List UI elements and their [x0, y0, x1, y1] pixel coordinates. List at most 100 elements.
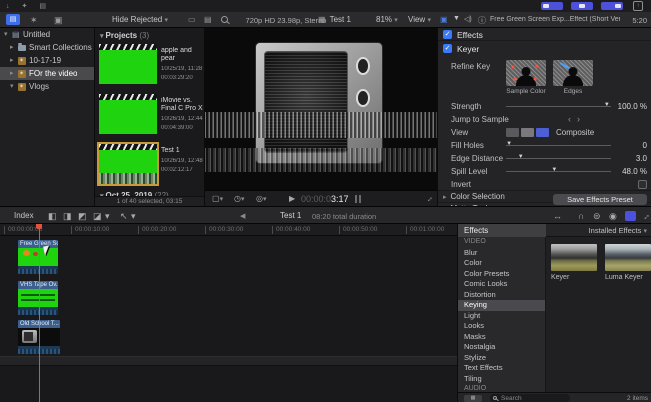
- titles-generators-icon[interactable]: ▣: [54, 14, 63, 26]
- photos-audio-icon[interactable]: ✶: [30, 14, 38, 26]
- slider-thumb[interactable]: ▼: [551, 167, 557, 173]
- append-edit-icon[interactable]: ◩: [78, 211, 87, 222]
- keyer-checkbox[interactable]: ✓: [443, 44, 452, 53]
- speaker-icon[interactable]: ◁): [464, 15, 472, 23]
- projects-group-header[interactable]: ▾Projects (3): [100, 31, 149, 40]
- disclosure-triangle-icon[interactable]: ▸: [10, 67, 18, 80]
- slider-thumb[interactable]: ▼: [518, 154, 524, 160]
- photos-browser-icon[interactable]: ◉: [609, 211, 617, 222]
- libraries-sidebar-icon[interactable]: ▤: [6, 14, 20, 25]
- invert-checkbox[interactable]: [638, 180, 647, 189]
- playhead-handle[interactable]: [36, 224, 42, 229]
- monitor-icon[interactable]: ▣: [440, 15, 448, 24]
- slider-track[interactable]: ▼: [506, 171, 611, 172]
- timeline-project-name[interactable]: Test 1: [280, 211, 301, 220]
- effects-menu-icon[interactable]: ◎▾: [256, 194, 267, 203]
- arrow-tool-icon[interactable]: ↖: [120, 211, 128, 222]
- category-color[interactable]: Color: [458, 258, 545, 269]
- slider-track[interactable]: ▼: [506, 158, 611, 159]
- project-test-1[interactable]: Test 110/26/19, 12:48 PM00:02:12:17: [99, 144, 203, 188]
- sidebar-item-for-the-video[interactable]: ▸FOr the video: [0, 67, 94, 80]
- installed-effects-filter[interactable]: Installed Effects ▾: [589, 224, 647, 238]
- search-icon[interactable]: [221, 16, 228, 23]
- list-view-icon[interactable]: ▤: [204, 14, 212, 26]
- slider-track[interactable]: ▼: [506, 145, 611, 146]
- category-looks[interactable]: Looks: [458, 321, 545, 332]
- effect-luma-keyer[interactable]: Luma Keyer: [605, 244, 651, 281]
- zoom-level-menu[interactable]: 81% ▾: [376, 15, 398, 24]
- transitions-browser-icon[interactable]: ↔: [639, 209, 651, 222]
- project-imovie-vs-final-c-pro-x[interactable]: iMovie vs. Final C Pro X10/26/19, 12:44 …: [99, 94, 203, 138]
- view-composite-button[interactable]: [536, 128, 549, 137]
- view-original-button[interactable]: [521, 128, 534, 137]
- flag-icon[interactable]: ▼: [453, 15, 460, 22]
- timeline-clip-free-green-sc[interactable]: Free Green Sc...: [18, 240, 58, 274]
- category-nostalgia[interactable]: Nostalgia: [458, 342, 545, 353]
- category-blur[interactable]: Blur: [458, 248, 545, 259]
- category-color-presets[interactable]: Color Presets: [458, 269, 545, 280]
- timeline-pane-toggle[interactable]: [571, 2, 593, 10]
- keyword-editor-icon[interactable]: ✦: [22, 3, 28, 10]
- category-keying[interactable]: Keying: [458, 300, 545, 311]
- next-sample-button[interactable]: ›: [577, 114, 580, 124]
- category-tiling[interactable]: Tiling: [458, 374, 545, 385]
- category-masks[interactable]: Masks: [458, 332, 545, 343]
- param-value[interactable]: 0: [605, 141, 647, 150]
- save-effects-preset-button[interactable]: Save Effects Preset: [553, 194, 647, 205]
- filmstrip-view-icon[interactable]: ▭: [188, 14, 196, 26]
- fullscreen-icon[interactable]: ↔: [423, 192, 435, 204]
- effects-search-field[interactable]: Search: [490, 394, 570, 402]
- play-button[interactable]: ▶: [289, 194, 295, 203]
- disclosure-triangle-icon[interactable]: ▾: [100, 33, 104, 40]
- inspector-pane-toggle[interactable]: [601, 2, 623, 10]
- project-apple-and-pear[interactable]: apple and pear10/25/19, 11:28 AM00:03:29…: [99, 44, 203, 88]
- background-tasks-icon[interactable]: ▤: [39, 3, 46, 10]
- timeline-ruler[interactable]: 00:00:00:0000:00:10:0000:00:20:0000:00:3…: [0, 224, 457, 236]
- disclosure-triangle-icon[interactable]: ▾: [4, 28, 12, 41]
- sample-color-button[interactable]: [506, 60, 546, 86]
- transform-menu-icon[interactable]: ▢▾: [212, 194, 223, 203]
- effects-checkbox[interactable]: ✓: [443, 30, 452, 39]
- sidebar-item-10-17-19[interactable]: ▸10-17-19: [0, 54, 94, 67]
- previous-sample-button[interactable]: ‹: [568, 114, 571, 124]
- param-value[interactable]: 3.0: [605, 154, 647, 163]
- effect-keyer[interactable]: Keyer: [551, 244, 597, 281]
- category-distortion[interactable]: Distortion: [458, 290, 545, 301]
- view-menu[interactable]: View ▾: [408, 15, 431, 24]
- sidebar-item-smart-collections[interactable]: ▸Smart Collections: [0, 41, 94, 54]
- index-button[interactable]: Index: [14, 211, 34, 220]
- sidebar-item-untitled[interactable]: ▾Untitled: [0, 28, 94, 41]
- category-stylize[interactable]: Stylize: [458, 353, 545, 364]
- param-value[interactable]: 100.0 %: [605, 102, 647, 111]
- slider-thumb[interactable]: ▼: [506, 141, 512, 147]
- disclosure-triangle-icon[interactable]: ▸: [10, 41, 18, 54]
- sidebar-item-vlogs[interactable]: ▾Vlogs: [0, 80, 94, 93]
- category-comic-looks[interactable]: Comic Looks: [458, 279, 545, 290]
- browser-pane-toggle[interactable]: [541, 2, 563, 10]
- slider-track[interactable]: ▼: [506, 106, 611, 107]
- share-icon[interactable]: ↑: [633, 1, 643, 11]
- insert-edit-icon[interactable]: ◨: [63, 211, 72, 222]
- timeline-back-button[interactable]: ◀: [240, 212, 245, 220]
- category-light[interactable]: Light: [458, 311, 545, 322]
- param-value[interactable]: 48.0 %: [605, 167, 647, 176]
- grid-view-icon[interactable]: ▦: [464, 395, 482, 402]
- hide-rejected-filter[interactable]: Hide Rejected ▾: [112, 15, 168, 24]
- overwrite-edit-icon[interactable]: ◪: [93, 211, 102, 222]
- info-icon[interactable]: ⓘ: [478, 15, 486, 26]
- edges-button[interactable]: [553, 60, 593, 86]
- timeline-clip-vhs-tape-ov[interactable]: VHS Tape Ov...: [18, 281, 58, 315]
- effects-browser-icon[interactable]: [625, 211, 636, 221]
- headphones-icon[interactable]: ∩: [578, 211, 584, 221]
- view-matte-button[interactable]: [506, 128, 519, 137]
- connect-edit-icon[interactable]: ◧: [48, 211, 57, 222]
- disclosure-triangle-icon[interactable]: ▾: [10, 80, 18, 93]
- audio-meters-icon[interactable]: [355, 195, 361, 203]
- retime-menu-icon[interactable]: ◷▾: [234, 194, 245, 203]
- trim-icon[interactable]: ↔: [553, 211, 562, 221]
- disclosure-triangle-icon[interactable]: ▸: [10, 54, 18, 67]
- category-text-effects[interactable]: Text Effects: [458, 363, 545, 374]
- import-media-icon[interactable]: ↓: [6, 3, 10, 10]
- playhead[interactable]: [39, 224, 40, 402]
- media-browser-icon[interactable]: ⊜: [593, 211, 601, 222]
